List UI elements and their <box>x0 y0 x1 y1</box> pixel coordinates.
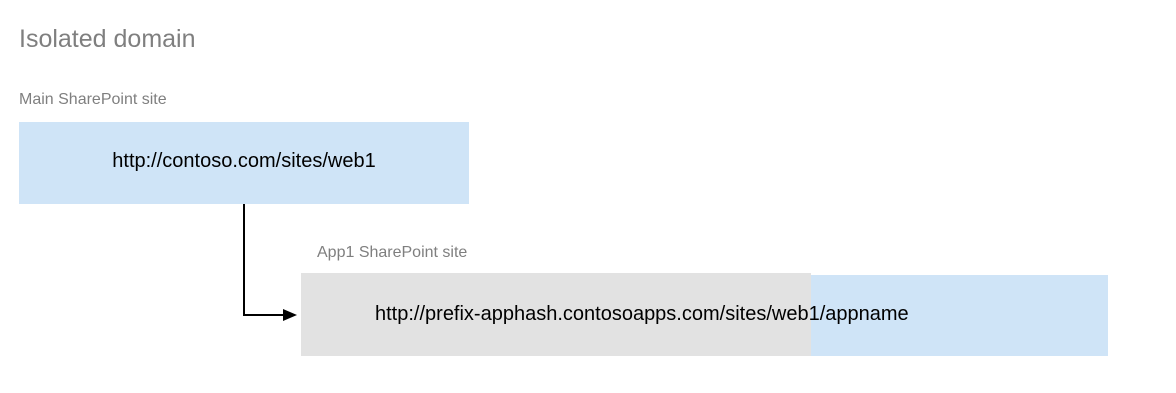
main-site-caption: Main SharePoint site <box>19 91 167 108</box>
diagram-title: Isolated domain <box>19 25 196 53</box>
arrowhead-icon <box>283 309 297 321</box>
main-site-url: http://contoso.com/sites/web1 <box>112 150 376 172</box>
app-site-url: http://prefix-apphash.contosoapps.com/si… <box>375 304 909 324</box>
app-site-url-domain: http://prefix-apphash.contosoapps.com <box>375 303 720 325</box>
app-site-caption: App1 SharePoint site <box>317 244 468 261</box>
app-site-url-path: /sites/web1/appname <box>719 303 909 325</box>
connector-line <box>243 204 283 316</box>
main-site-box: http://contoso.com/sites/web1 <box>19 122 469 204</box>
